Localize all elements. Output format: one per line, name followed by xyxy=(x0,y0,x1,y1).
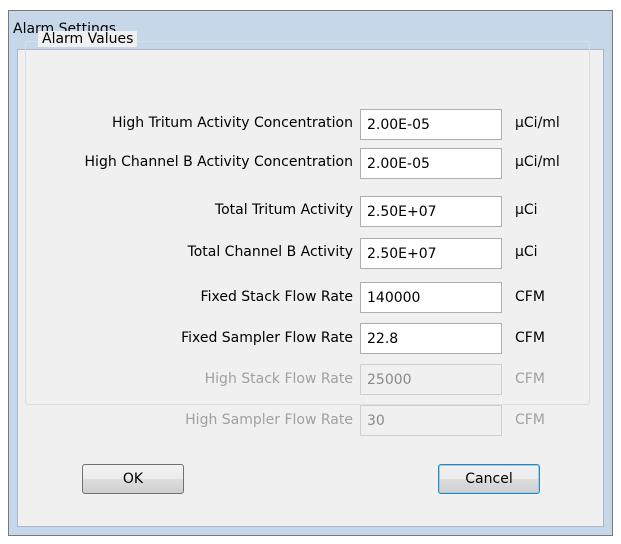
ok-button[interactable]: OK xyxy=(82,464,184,494)
unit-high-tritum-activity-concentration: µCi/ml xyxy=(515,115,560,131)
groupbox-title: Alarm Values xyxy=(38,31,138,47)
unit-fixed-stack-flow-rate: CFM xyxy=(515,289,545,305)
label-fixed-sampler-flow-rate: Fixed Sampler Flow Rate xyxy=(181,330,353,346)
unit-high-stack-flow-rate: CFM xyxy=(515,371,545,387)
high-stack-flow-rate-input xyxy=(360,364,502,395)
high-sampler-flow-rate-input xyxy=(360,405,502,436)
high-channel-b-activity-concentration-input[interactable] xyxy=(360,148,502,179)
label-total-channel-b-activity: Total Channel B Activity xyxy=(187,244,353,260)
total-channel-b-activity-input[interactable] xyxy=(360,238,502,269)
cancel-button[interactable]: Cancel xyxy=(438,464,540,494)
unit-high-sampler-flow-rate: CFM xyxy=(515,412,545,428)
unit-total-channel-b-activity: µCi xyxy=(515,244,538,260)
alarm-values-groupbox xyxy=(25,41,590,405)
unit-fixed-sampler-flow-rate: CFM xyxy=(515,330,545,346)
label-total-tritum-activity: Total Tritum Activity xyxy=(214,202,353,218)
unit-total-tritum-activity: µCi xyxy=(515,202,538,218)
label-high-stack-flow-rate: High Stack Flow Rate xyxy=(204,371,353,387)
unit-high-channel-b-activity-concentration: µCi/ml xyxy=(515,154,560,170)
label-high-channel-b-activity-concentration: High Channel B Activity Concentration xyxy=(84,154,353,170)
total-tritum-activity-input[interactable] xyxy=(360,196,502,227)
high-tritum-activity-concentration-input[interactable] xyxy=(360,109,502,140)
fixed-sampler-flow-rate-input[interactable] xyxy=(360,323,502,354)
fixed-stack-flow-rate-input[interactable] xyxy=(360,282,502,313)
label-high-tritum-activity-concentration: High Tritum Activity Concentration xyxy=(111,115,353,131)
label-fixed-stack-flow-rate: Fixed Stack Flow Rate xyxy=(200,289,353,305)
label-high-sampler-flow-rate: High Sampler Flow Rate xyxy=(185,412,353,428)
